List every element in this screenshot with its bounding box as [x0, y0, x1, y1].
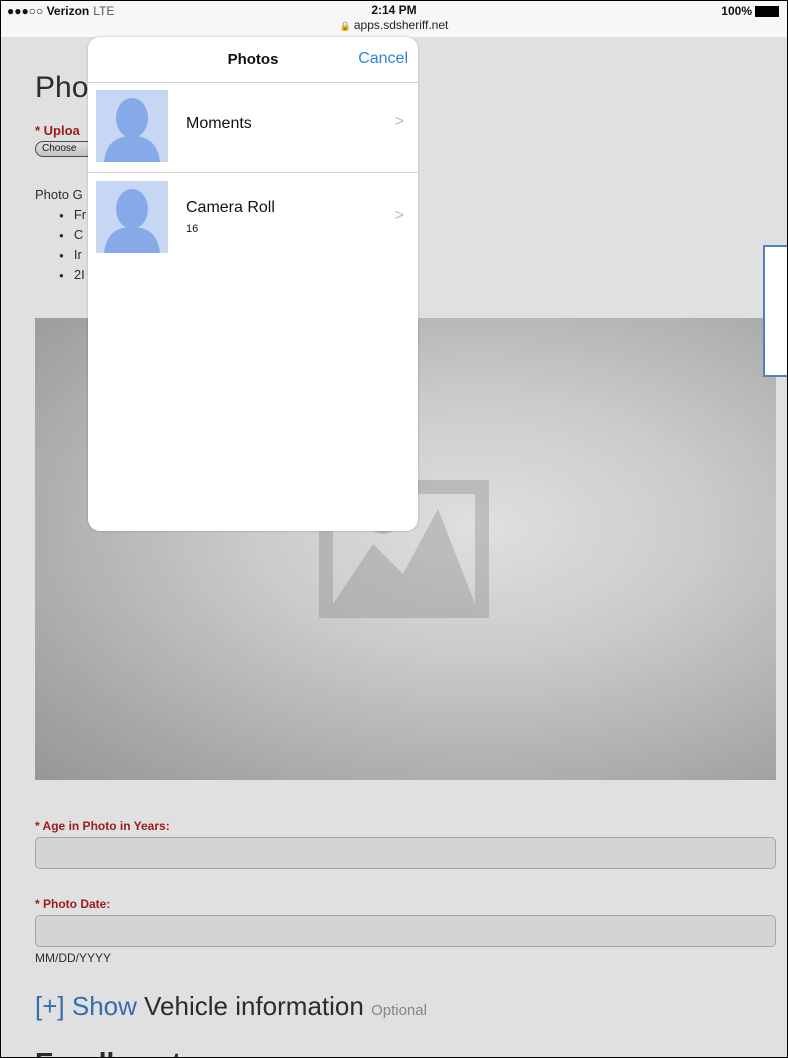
- screenshot-frame: ●●●○○ Verizon LTE 2:14 PM 🔒 apps.sdsheriff…: [0, 0, 788, 1058]
- chevron-right-icon: >: [394, 207, 404, 224]
- album-name: Camera Roll: [186, 199, 275, 216]
- lock-icon: 🔒: [339, 21, 351, 31]
- popover-header: Photos Cancel: [88, 37, 418, 83]
- photos-popover: Photos Cancel Moments > Camera Roll 16 >: [88, 37, 418, 531]
- url-text: apps.sdsheriff.net: [353, 18, 449, 32]
- album-row-moments[interactable]: Moments >: [88, 82, 418, 173]
- annotation-callout: S: [763, 245, 787, 377]
- chevron-right-icon: >: [394, 113, 404, 130]
- address-bar[interactable]: 🔒 apps.sdsheriff.net: [1, 18, 787, 32]
- album-thumbnail: [96, 181, 168, 253]
- battery-status: 100%: [721, 4, 779, 18]
- album-count: 16: [186, 223, 199, 235]
- album-thumbnail: [96, 90, 168, 162]
- cancel-button[interactable]: Cancel: [358, 50, 408, 68]
- battery-percent: 100%: [721, 4, 752, 18]
- album-row-camera-roll[interactable]: Camera Roll 16 >: [88, 173, 418, 263]
- clock: 2:14 PM: [371, 3, 417, 17]
- battery-icon: [755, 6, 779, 18]
- album-name: Moments: [186, 115, 252, 132]
- status-bar: ●●●○○ Verizon LTE 2:14 PM 🔒 apps.sdsheriff…: [1, 1, 787, 37]
